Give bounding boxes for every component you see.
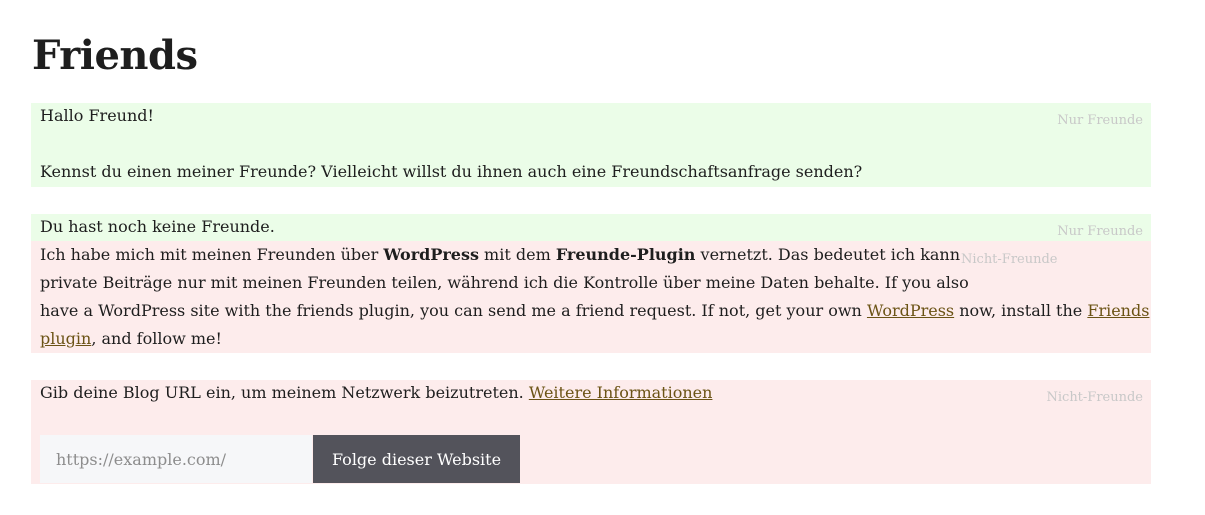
page-title: Friends xyxy=(32,32,198,79)
friends-only-tag: Nur Freunde xyxy=(1057,113,1143,128)
friends-only-tag: Nur Freunde xyxy=(1057,224,1143,239)
join-network-block: Gib deine Blog URL ein, um meinem Netzwe… xyxy=(31,380,1151,484)
friend-request-question: Kennst du einen meiner Freunde? Vielleic… xyxy=(40,162,863,181)
greeting-text: Hallo Freund! xyxy=(40,106,154,125)
info-line-3: have a WordPress site with the friends p… xyxy=(40,301,1150,320)
plugin-bold: Freunde-Plugin xyxy=(555,245,696,264)
friends-plugin-link-part1[interactable]: Friends xyxy=(1087,301,1149,320)
non-friends-tag: Nicht-Freunde xyxy=(961,252,1058,267)
info-line-4: plugin, and follow me! xyxy=(40,329,222,348)
non-friends-tag: Nicht-Freunde xyxy=(1046,390,1144,405)
info-line-1: Ich habe mich mit meinen Freunden über W… xyxy=(40,245,961,264)
non-friends-info-block: Ich habe mich mit meinen Freunden über W… xyxy=(31,241,1151,353)
friends-only-greeting-block: Hallo Freund! Nur Freunde Kennst du eine… xyxy=(31,103,1151,187)
wordpress-bold: WordPress xyxy=(383,245,479,264)
follow-website-button[interactable]: Folge dieser Website xyxy=(313,435,520,483)
wordpress-link[interactable]: WordPress xyxy=(867,301,954,320)
no-friends-block: Du hast noch keine Freunde. Nur Freunde xyxy=(31,214,1151,241)
more-info-link[interactable]: Weitere Informationen xyxy=(529,383,713,402)
blog-url-input[interactable] xyxy=(40,435,312,483)
info-line-2: private Beiträge nur mit meinen Freunden… xyxy=(40,273,969,292)
no-friends-text: Du hast noch keine Freunde. xyxy=(40,217,275,236)
join-text: Gib deine Blog URL ein, um meinem Netzwe… xyxy=(40,383,713,402)
friends-plugin-link-part2[interactable]: plugin xyxy=(40,329,91,348)
